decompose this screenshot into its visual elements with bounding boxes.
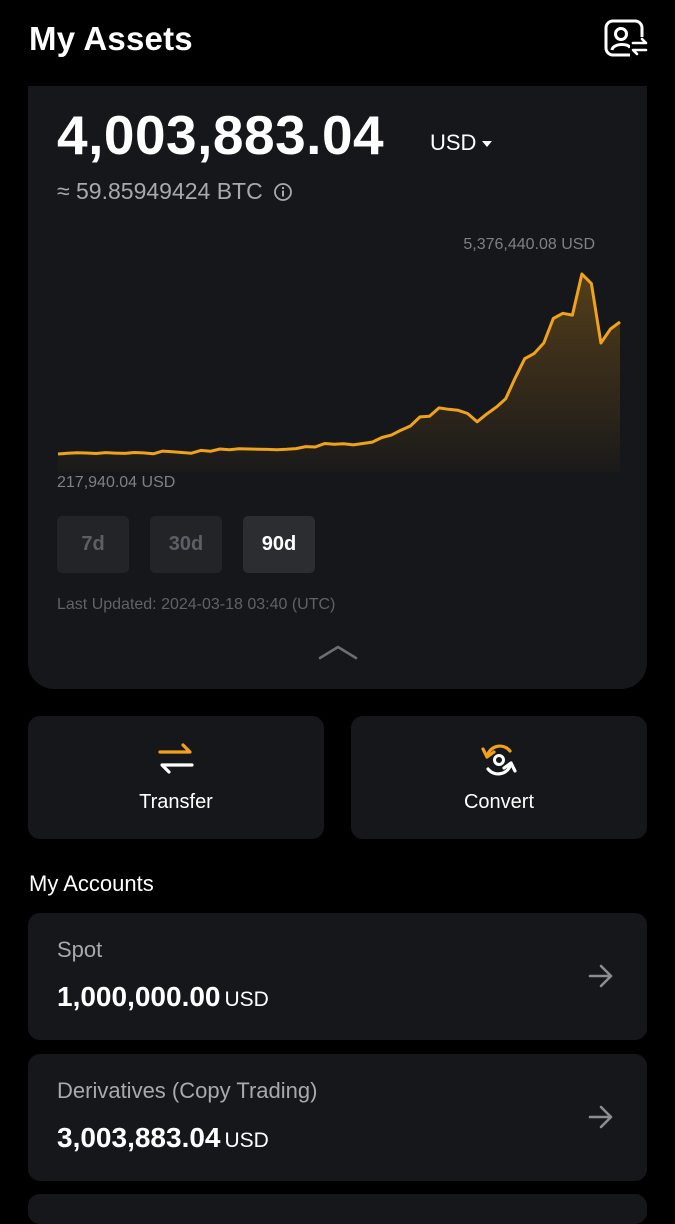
chevron-up-icon[interactable] <box>318 643 358 661</box>
my-accounts-heading: My Accounts <box>29 871 154 896</box>
transfer-button[interactable]: Transfer <box>28 716 324 839</box>
account-amount-value: 3,003,883.04 <box>57 1122 221 1153</box>
btc-equivalent: ≈ 59.85949424 BTC <box>57 178 293 205</box>
convert-button[interactable]: Convert <box>351 716 647 839</box>
account-amount: 1,000,000.00 USD <box>57 981 269 1013</box>
chart-area-fill <box>58 274 620 472</box>
account-switch-icon[interactable] <box>602 17 650 59</box>
account-card-partial <box>28 1194 647 1224</box>
btc-equivalent-value: ≈ 59.85949424 BTC <box>57 178 263 204</box>
account-amount-value: 1,000,000.00 <box>57 981 221 1012</box>
app-header: My Assets <box>0 0 675 86</box>
range-7d-button[interactable]: 7d <box>57 516 129 573</box>
arrow-right-icon <box>588 964 613 988</box>
account-amount: 3,003,883.04 USD <box>57 1122 269 1154</box>
convert-label: Convert <box>463 791 535 813</box>
account-name: Spot <box>57 937 103 962</box>
chart-max-label: 5,376,440.08 USD <box>463 236 595 253</box>
chart-min-label: 217,940.04 USD <box>57 474 176 491</box>
balance-chart[interactable] <box>57 262 621 472</box>
caret-down-icon <box>482 141 493 147</box>
account-name: Derivatives (Copy Trading) <box>57 1078 318 1103</box>
range-30d-button[interactable]: 30d <box>150 516 222 573</box>
currency-label: USD <box>430 130 477 155</box>
account-currency: USD <box>224 1129 269 1152</box>
arrow-right-icon <box>588 1105 613 1129</box>
account-currency: USD <box>224 988 269 1011</box>
range-90d-button[interactable]: 90d <box>243 516 315 573</box>
info-icon[interactable] <box>273 182 293 202</box>
account-card-derivatives[interactable]: Derivatives (Copy Trading) 3,003,883.04 U… <box>28 1054 647 1181</box>
total-balance: 4,003,883.04 <box>57 104 385 166</box>
convert-icon <box>481 744 517 776</box>
transfer-icon <box>158 743 194 774</box>
page-title: My Assets <box>29 20 193 57</box>
account-card-spot[interactable]: Spot 1,000,000.00 USD <box>28 913 647 1040</box>
currency-selector[interactable]: USD <box>430 130 493 156</box>
transfer-label: Transfer <box>139 791 213 813</box>
last-updated-text: Last Updated: 2024-03-18 03:40 (UTC) <box>57 596 336 613</box>
